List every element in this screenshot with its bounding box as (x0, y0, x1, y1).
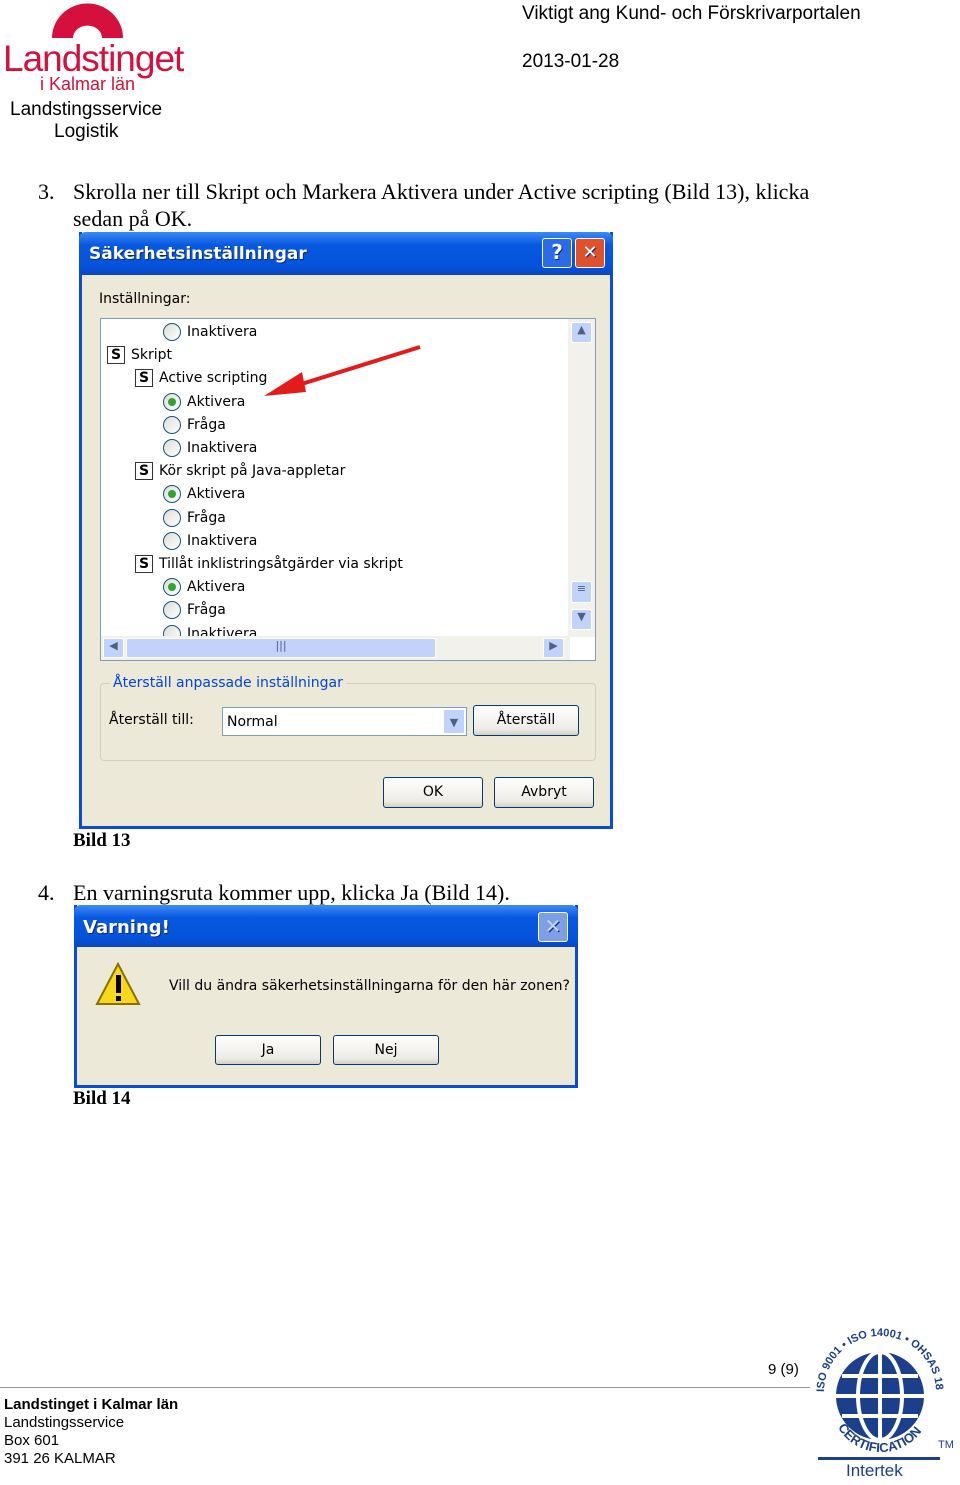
scroll-down-button[interactable]: ▼ (571, 609, 592, 630)
list-item-label: Fråga (187, 602, 226, 619)
figure-caption: Bild 14 (73, 1088, 131, 1109)
help-button[interactable]: ? (542, 238, 572, 268)
page-number: 9 (9) (768, 1361, 799, 1378)
settings-label: Inställningar: (99, 291, 191, 307)
doc-title: Viktigt ang Kund- och Förskrivarportalen (522, 3, 861, 24)
list-item-label: Active scripting (159, 370, 268, 387)
radio-button[interactable] (163, 601, 181, 620)
no-button[interactable]: Nej (333, 1035, 439, 1065)
list-item-label: Inaktivera (187, 324, 258, 340)
footer-box: Box 601 (4, 1432, 60, 1449)
script-settings-icon: S (135, 462, 153, 481)
svg-text:TM: TM (938, 1439, 954, 1451)
step-text: En varningsruta kommer upp, klicka Ja (B… (73, 880, 510, 905)
script-settings-icon: S (135, 555, 153, 573)
radio-button[interactable] (163, 439, 181, 457)
security-settings-dialog: Säkerhetsinställningar ? ✕ Inställningar… (79, 232, 613, 829)
horizontal-scrollbar[interactable]: ◀ ||| ▶ (101, 636, 570, 660)
radio-button[interactable] (163, 485, 181, 504)
list-item-label: Skript (131, 347, 173, 364)
radio-button[interactable] (163, 415, 181, 434)
reset-level-select[interactable]: Normal ▼ (222, 707, 467, 736)
cancel-button[interactable]: Avbryt (494, 777, 594, 808)
radio-button[interactable] (163, 531, 181, 550)
header-dept: Landstingsservice (10, 99, 163, 120)
close-button[interactable]: ✕ (575, 238, 605, 268)
dialog-title: Varning! (83, 917, 170, 938)
warning-dialog: Varning! ✕ Vill du ändra säkerhetsinstäl… (74, 905, 578, 1088)
list-item-label: Inaktivera (187, 532, 258, 549)
list-item-label: Kör skript på Java-appletar (159, 463, 346, 480)
certification-logo: ISO 9001 • ISO 14001 • OHSAS 18001 CERTI… (809, 1313, 960, 1480)
footer-city: 391 26 KALMAR (4, 1450, 116, 1467)
title-bar: Varning! ✕ (74, 905, 578, 947)
footer-org: Landstinget i Kalmar län (4, 1396, 179, 1413)
reset-group-label: Återställ anpassade inställningar (110, 675, 346, 691)
red-arrow-annotation (264, 345, 421, 396)
close-button[interactable]: ✕ (538, 912, 568, 942)
title-bar: Säkerhetsinställningar ? ✕ (79, 232, 613, 275)
list-item-label: Inaktivera (187, 440, 258, 456)
script-settings-icon: S (135, 369, 153, 388)
list-item-label: Aktivera (187, 393, 246, 410)
step-number: 3. (38, 179, 55, 204)
logo: Landstinget i Kalmar län (0, 0, 184, 100)
step-number: 4. (38, 880, 55, 905)
step-text: Skrolla ner till Skript och Markera Akti… (73, 179, 810, 204)
list-item-label: Tillåt inklistringsåtgärder via skript (159, 556, 403, 572)
list-item-label: Fråga (187, 416, 226, 433)
scroll-right-button[interactable]: ▶ (543, 638, 564, 658)
svg-text:Intertek: Intertek (846, 1461, 903, 1480)
chevron-down-icon[interactable]: ▼ (443, 709, 465, 734)
radio-button[interactable] (163, 323, 181, 341)
footer-divider (0, 1387, 810, 1388)
step-text: sedan på OK. (73, 206, 193, 231)
scroll-thumb[interactable]: ||| (126, 638, 436, 658)
list-item-label: Aktivera (187, 579, 246, 596)
vertical-scrollbar[interactable]: ▲ ≡ ▼ (568, 319, 595, 637)
header-unit: Logistik (54, 121, 119, 142)
list-item-label: Aktivera (187, 486, 246, 503)
scroll-left-button[interactable]: ◀ (103, 638, 124, 658)
dialog-title: Säkerhetsinställningar (89, 244, 307, 264)
yes-button[interactable]: Ja (215, 1035, 321, 1065)
doc-date: 2013-01-28 (522, 51, 620, 72)
list-item-label: Fråga (187, 509, 226, 526)
logo-sub: i Kalmar län (40, 74, 136, 94)
radio-button[interactable] (163, 578, 181, 597)
radio-button[interactable] (163, 508, 181, 527)
scroll-up-button[interactable]: ▲ (571, 322, 592, 343)
warning-message: Vill du ändra säkerhetsinställningarna f… (169, 978, 570, 994)
ok-button[interactable]: OK (383, 777, 483, 808)
logo-arch-icon (52, 3, 123, 38)
reset-level-value: Normal (227, 714, 278, 730)
script-settings-icon: S (107, 346, 125, 365)
scroll-thumb[interactable]: ≡ (571, 581, 592, 603)
reset-to-label: Återställ till: (109, 712, 194, 728)
reset-button[interactable]: Återställ (473, 705, 579, 736)
figure-caption: Bild 13 (73, 830, 131, 851)
warning-icon (95, 962, 141, 1005)
footer-dept: Landstingsservice (4, 1414, 125, 1431)
radio-button[interactable] (163, 392, 181, 411)
